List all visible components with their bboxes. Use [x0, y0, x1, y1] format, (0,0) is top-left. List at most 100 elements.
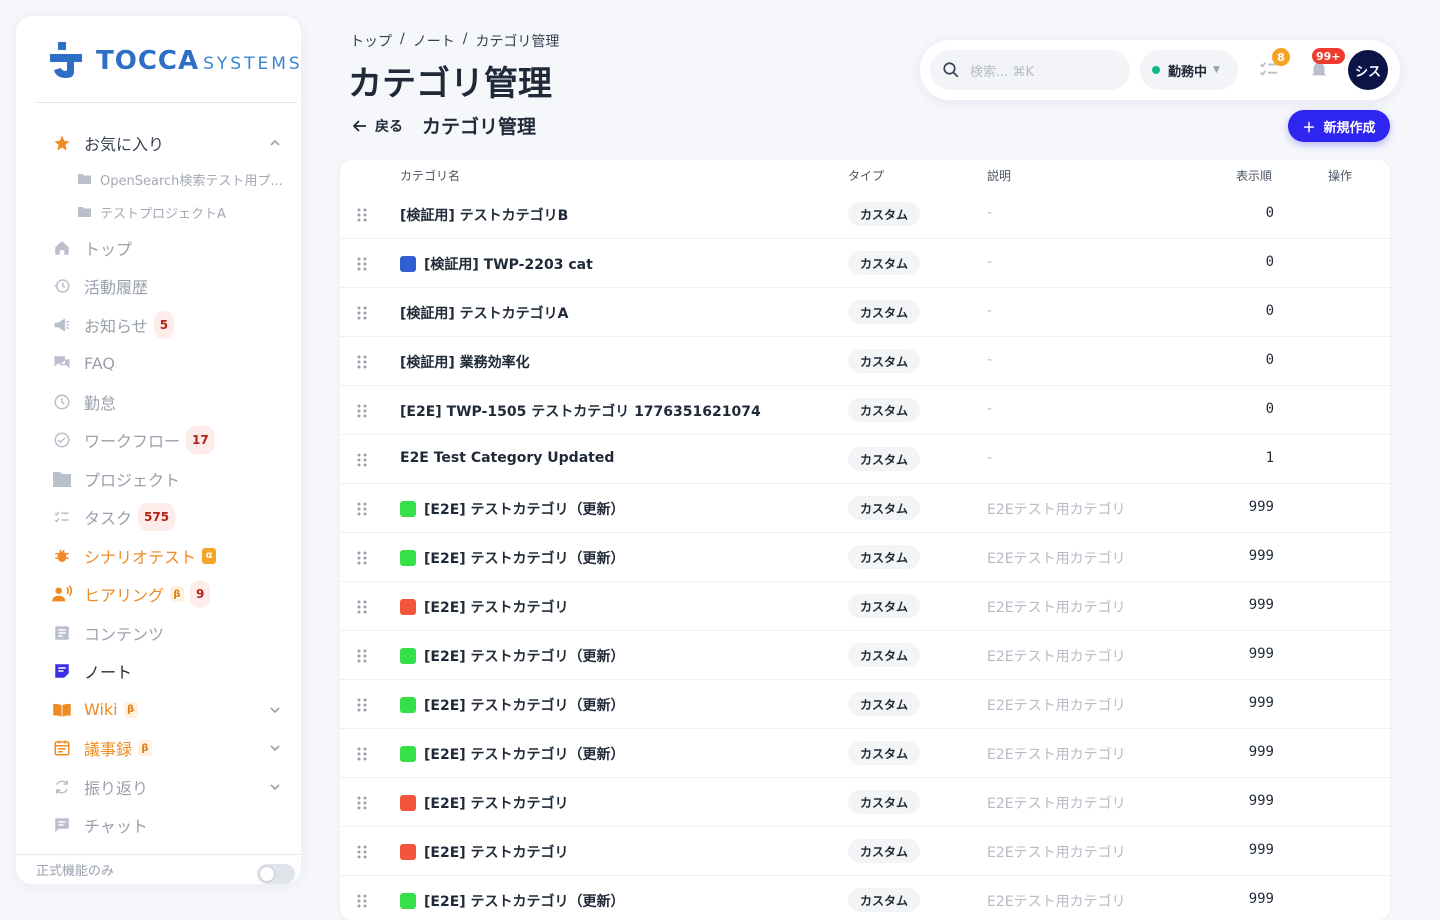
sidebar-item-retrospective[interactable]: 振り返り	[16, 768, 301, 807]
sidebar-item-task[interactable]: タスク 575	[16, 498, 301, 537]
drag-handle-icon[interactable]	[356, 551, 368, 565]
column-header-description[interactable]: 説明	[987, 167, 1011, 184]
breadcrumb-item-note[interactable]: ノート	[413, 31, 455, 51]
work-status-dropdown[interactable]: 勤務中 ▼	[1140, 50, 1238, 90]
sidebar-item-scenario-test[interactable]: シナリオテスト α	[16, 537, 301, 576]
sidebar-item-wiki[interactable]: Wiki β	[16, 691, 301, 730]
sidebar-item-contents[interactable]: コンテンツ	[16, 614, 301, 653]
category-name-cell[interactable]: [E2E] テストカテゴリ（更新）	[400, 695, 625, 715]
sidebar-item-activity[interactable]: 活動履歴	[16, 267, 301, 306]
sidebar-item-project[interactable]: プロジェクト	[16, 460, 301, 499]
drag-handle-icon[interactable]	[356, 306, 368, 320]
category-name-cell[interactable]: [検証用] 業務効率化	[400, 352, 530, 372]
voice-user-icon	[52, 584, 72, 604]
table-row[interactable]: [E2E] テストカテゴリ カスタム E2Eテスト用カテゴリ 999	[340, 827, 1390, 876]
drag-handle-icon[interactable]	[356, 208, 368, 222]
table-row[interactable]: [検証用] テストカテゴリB カスタム - 0	[340, 190, 1390, 239]
official-only-toggle[interactable]	[257, 864, 295, 884]
sidebar-item-hearing[interactable]: ヒアリング β 9	[16, 575, 301, 614]
category-name-cell[interactable]: [E2E] テストカテゴリ（更新）	[400, 499, 625, 519]
table-row[interactable]: [E2E] テストカテゴリ カスタム E2Eテスト用カテゴリ 999	[340, 582, 1390, 631]
back-button[interactable]: 戻る	[353, 116, 403, 136]
category-name: [検証用] 業務効率化	[400, 355, 530, 371]
drag-handle-icon[interactable]	[356, 747, 368, 761]
category-name-cell[interactable]: [検証用] テストカテゴリA	[400, 303, 569, 323]
sidebar-item-attendance[interactable]: 勤怠	[16, 383, 301, 422]
sidebar-item-chat[interactable]: チャット	[16, 806, 301, 845]
table-row[interactable]: [E2E] テストカテゴリ（更新） カスタム E2Eテスト用カテゴリ 999	[340, 533, 1390, 582]
sidebar-item-workflow[interactable]: ワークフロー 17	[16, 421, 301, 460]
drag-handle-icon[interactable]	[356, 257, 368, 271]
sidebar-item-note[interactable]: ノート	[16, 652, 301, 691]
table-row[interactable]: [E2E] TWP-1505 テストカテゴリ 1776351621074 カスタ…	[340, 386, 1390, 435]
table-row[interactable]: [検証用] 業務効率化 カスタム - 0	[340, 337, 1390, 386]
sidebar-item-faq[interactable]: FAQ	[16, 344, 301, 383]
sidebar-item-favorites[interactable]: お気に入り	[16, 124, 301, 163]
category-description: -	[987, 401, 993, 417]
category-color-swatch	[400, 795, 416, 811]
category-order: 999	[1248, 548, 1274, 564]
category-name-cell[interactable]: [E2E] テストカテゴリ（更新）	[400, 646, 625, 666]
category-order: 999	[1248, 597, 1274, 613]
logo-mark-icon	[50, 42, 82, 78]
drag-handle-icon[interactable]	[356, 453, 368, 467]
chevron-up-icon[interactable]	[269, 137, 281, 149]
sidebar-item-label: プロジェクト	[84, 470, 181, 490]
category-name-cell[interactable]: [E2E] テストカテゴリ（更新）	[400, 548, 625, 568]
category-order: 0	[1265, 352, 1274, 368]
top-bar: 検索... ⌘K 勤務中 ▼ 8 99+ シス	[920, 40, 1400, 100]
drag-handle-icon[interactable]	[356, 796, 368, 810]
category-name: [E2E] テストカテゴリ	[424, 796, 569, 812]
drag-handle-icon[interactable]	[356, 649, 368, 663]
table-row[interactable]: [E2E] テストカテゴリ（更新） カスタム E2Eテスト用カテゴリ 999	[340, 484, 1390, 533]
table-row[interactable]: [E2E] テストカテゴリ（更新） カスタム E2Eテスト用カテゴリ 999	[340, 729, 1390, 778]
user-avatar[interactable]: シス	[1348, 50, 1388, 90]
drag-handle-icon[interactable]	[356, 894, 368, 908]
category-name-cell[interactable]: [E2E] テストカテゴリ（更新）	[400, 891, 625, 911]
sidebar-item-minutes[interactable]: 議事録 β	[16, 729, 301, 768]
chevron-down-icon[interactable]	[269, 781, 281, 793]
search-input[interactable]: 検索... ⌘K	[930, 50, 1130, 90]
column-header-name[interactable]: カテゴリ名	[400, 167, 460, 184]
category-type-badge: カスタム	[848, 496, 921, 520]
table-row[interactable]: [検証用] TWP-2203 cat カスタム - 0	[340, 239, 1390, 288]
category-name-cell[interactable]: [検証用] TWP-2203 cat	[400, 254, 593, 274]
category-order: 999	[1248, 646, 1274, 662]
chat-icon	[52, 815, 72, 835]
category-name-cell[interactable]: [E2E] TWP-1505 テストカテゴリ 1776351621074	[400, 401, 761, 421]
table-row[interactable]: [E2E] テストカテゴリ カスタム E2Eテスト用カテゴリ 999	[340, 778, 1390, 827]
favorite-item[interactable]: テストプロジェクトA	[16, 196, 301, 229]
chevron-down-icon[interactable]	[269, 704, 281, 716]
category-name-cell[interactable]: [検証用] テストカテゴリB	[400, 205, 568, 225]
drag-handle-icon[interactable]	[356, 600, 368, 614]
category-name-cell[interactable]: [E2E] テストカテゴリ	[400, 793, 569, 813]
category-description: -	[987, 303, 993, 319]
sidebar-item-news[interactable]: お知らせ 5	[16, 306, 301, 345]
table-row[interactable]: [検証用] テストカテゴリA カスタム - 0	[340, 288, 1390, 337]
category-name-cell[interactable]: E2E Test Category Updated	[400, 450, 614, 466]
breadcrumb-item-top[interactable]: トップ	[350, 31, 392, 51]
column-header-order[interactable]: 表示順	[1236, 167, 1272, 184]
category-type-badge: カスタム	[848, 888, 921, 912]
table-row[interactable]: [E2E] テストカテゴリ（更新） カスタム E2Eテスト用カテゴリ 999	[340, 876, 1390, 920]
category-name-cell[interactable]: [E2E] テストカテゴリ	[400, 597, 569, 617]
table-row[interactable]: [E2E] テストカテゴリ（更新） カスタム E2Eテスト用カテゴリ 999	[340, 631, 1390, 680]
table-row[interactable]: [E2E] テストカテゴリ（更新） カスタム E2Eテスト用カテゴリ 999	[340, 680, 1390, 729]
column-header-type[interactable]: タイプ	[848, 167, 884, 184]
drag-handle-icon[interactable]	[356, 404, 368, 418]
new-category-button[interactable]: ＋ 新規作成	[1288, 110, 1390, 142]
chevron-down-icon[interactable]	[269, 742, 281, 754]
category-type-badge: カスタム	[848, 643, 921, 667]
category-type-badge: カスタム	[848, 545, 921, 569]
table-row[interactable]: E2E Test Category Updated カスタム - 1	[340, 435, 1390, 484]
drag-handle-icon[interactable]	[356, 355, 368, 369]
brand-logo[interactable]: TOCCA SYSTEMS	[48, 42, 301, 80]
category-name-cell[interactable]: [E2E] テストカテゴリ（更新）	[400, 744, 625, 764]
sidebar-item-top[interactable]: トップ	[16, 229, 301, 268]
drag-handle-icon[interactable]	[356, 698, 368, 712]
drag-handle-icon[interactable]	[356, 502, 368, 516]
category-type-badge: カスタム	[848, 300, 921, 324]
drag-handle-icon[interactable]	[356, 845, 368, 859]
favorite-item[interactable]: OpenSearch検索テスト用プ...	[16, 163, 301, 196]
category-name-cell[interactable]: [E2E] テストカテゴリ	[400, 842, 569, 862]
